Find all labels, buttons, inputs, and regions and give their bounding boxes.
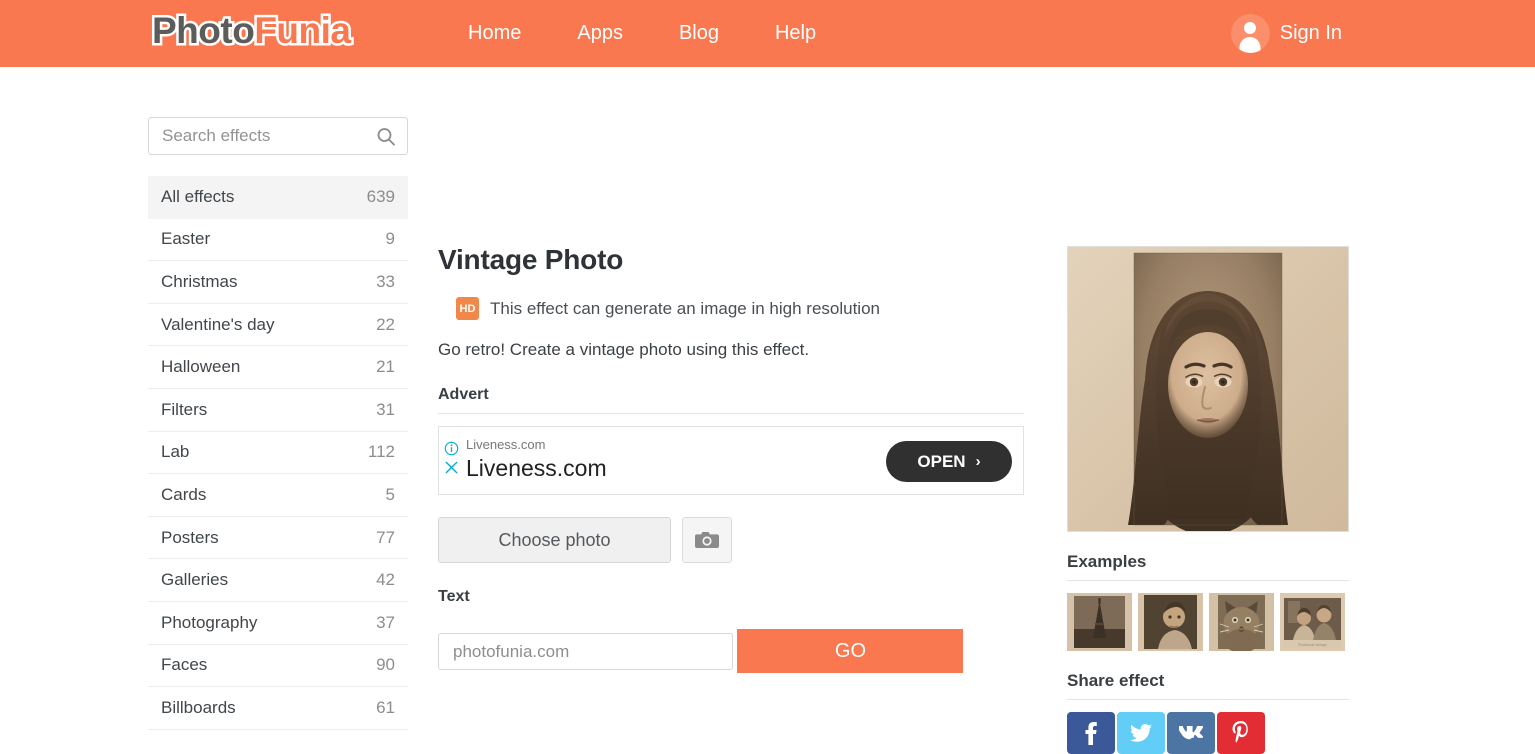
sidebar-item-label: Photography	[161, 612, 258, 632]
advert-text: Liveness.com Liveness.com	[466, 436, 607, 483]
sidebar-item-halloween[interactable]: Halloween 21	[148, 346, 408, 389]
hd-badge: HD	[456, 297, 479, 320]
effect-preview-panel: Examples Photofunia Vintage Share effect	[1067, 246, 1349, 754]
webcam-button[interactable]	[682, 517, 732, 563]
text-field-label: Text	[438, 588, 470, 605]
sidebar-item-count: 61	[376, 697, 395, 717]
sidebar-item-count: 31	[376, 399, 395, 419]
sidebar-item-count: 5	[385, 484, 395, 504]
sidebar-item-count: 33	[376, 271, 395, 291]
sidebar-item-count: 112	[367, 442, 395, 462]
sidebar-item-label: All effects	[161, 187, 235, 207]
nav-item-home[interactable]: Home	[440, 0, 549, 67]
twitter-icon	[1130, 724, 1152, 742]
sidebar-item-label: Cards	[161, 484, 207, 504]
sidebar-item-count: 37	[376, 612, 395, 632]
advert-banner[interactable]: Liveness.com Liveness.com OPEN ›	[438, 426, 1024, 495]
text-input[interactable]	[438, 633, 733, 670]
main-nav: Home Apps Blog Help	[440, 0, 844, 67]
advert-headline: Liveness.com	[466, 455, 607, 481]
advert-open-label: OPEN	[917, 451, 966, 471]
share-button-facebook[interactable]	[1067, 712, 1115, 754]
hd-notice: HD This effect can generate an image in …	[438, 297, 1024, 320]
share-buttons	[1067, 712, 1349, 754]
effects-sidebar: All effects 639 Easter 9 Christmas 33 Valentin…	[148, 117, 408, 730]
camera-icon	[695, 532, 719, 548]
info-circle-icon[interactable]	[444, 441, 459, 456]
sidebar-item-count: 22	[376, 314, 395, 334]
sidebar-item-count: 90	[376, 655, 395, 675]
nav-item-apps[interactable]: Apps	[549, 0, 651, 67]
vk-icon	[1179, 726, 1203, 740]
sign-in-button[interactable]: Sign In	[1230, 0, 1342, 67]
sidebar-item-label: Easter	[161, 229, 211, 249]
sidebar-item-lab[interactable]: Lab 112	[148, 432, 408, 475]
sidebar-item-count: 639	[366, 187, 395, 207]
sidebar-item-label: Halloween	[161, 357, 241, 377]
facebook-icon	[1085, 722, 1097, 745]
share-button-vk[interactable]	[1167, 712, 1215, 754]
sidebar-item-label: Faces	[161, 655, 208, 675]
advert-icons	[444, 441, 459, 475]
sidebar-item-valentine-s-day[interactable]: Valentine's day 22	[148, 304, 408, 347]
photo-input-row: Choose photo	[438, 517, 1024, 563]
sidebar-item-posters[interactable]: Posters 77	[148, 517, 408, 560]
share-button-pinterest[interactable]	[1217, 712, 1265, 754]
effect-description: Go retro! Create a vintage photo using t…	[438, 340, 810, 359]
sidebar-item-all-effects[interactable]: All effects 639	[148, 176, 408, 219]
logo-text-photo: Photo	[149, 8, 257, 54]
chevron-right-icon: ›	[975, 453, 981, 470]
nav-item-help[interactable]: Help	[747, 0, 844, 67]
advert-open-button[interactable]: OPEN ›	[886, 441, 1012, 482]
category-list: All effects 639 Easter 9 Christmas 33 Valentin…	[148, 176, 408, 730]
sidebar-item-count: 77	[376, 527, 395, 547]
sidebar-item-count: 42	[376, 570, 395, 590]
sidebar-item-label: Christmas	[161, 271, 238, 291]
sidebar-item-easter[interactable]: Easter 9	[148, 219, 408, 262]
share-effect-title: Share effect	[1067, 671, 1349, 700]
logo-text-funia: Funia	[252, 8, 354, 54]
examples-title: Examples	[1067, 552, 1349, 581]
sidebar-item-cards[interactable]: Cards 5	[148, 474, 408, 517]
example-thumbnail-couple-vintage[interactable]: Photofunia Vintage	[1280, 593, 1345, 651]
search-box[interactable]	[148, 117, 408, 155]
share-button-twitter[interactable]	[1117, 712, 1165, 754]
example-thumbnail-cat-vintage[interactable]	[1209, 593, 1274, 651]
sidebar-item-faces[interactable]: Faces 90	[148, 645, 408, 688]
avatar-icon	[1230, 14, 1270, 53]
sidebar-item-count: 9	[385, 229, 395, 249]
search-input[interactable]	[149, 118, 407, 154]
go-button[interactable]: GO	[737, 629, 964, 673]
sidebar-item-label: Filters	[161, 399, 208, 419]
sidebar-item-label: Posters	[161, 527, 219, 547]
sidebar-item-christmas[interactable]: Christmas 33	[148, 261, 408, 304]
nav-item-blog[interactable]: Blog	[651, 0, 747, 67]
sidebar-item-photography[interactable]: Photography 37	[148, 602, 408, 645]
examples-list: Photofunia Vintage	[1067, 593, 1349, 651]
choose-photo-button[interactable]: Choose photo	[438, 517, 671, 563]
page-title: Vintage Photo	[438, 244, 624, 275]
sidebar-item-billboards[interactable]: Billboards 61	[148, 687, 408, 730]
pinterest-icon	[1232, 721, 1248, 743]
sidebar-item-label: Valentine's day	[161, 314, 275, 334]
advert-advertiser: Liveness.com	[466, 437, 546, 452]
effect-detail: Vintage Photo HD This effect can generat…	[438, 244, 1024, 673]
example-thumbnail-man-portrait-vintage[interactable]	[1138, 593, 1203, 651]
sidebar-item-filters[interactable]: Filters 31	[148, 389, 408, 432]
sidebar-item-count: 21	[376, 357, 395, 377]
sidebar-item-label: Lab	[161, 442, 190, 462]
sidebar-item-label: Galleries	[161, 570, 229, 590]
sign-in-label: Sign In	[1279, 22, 1342, 44]
preview-image[interactable]	[1067, 246, 1349, 532]
advert-label: Advert	[438, 386, 1024, 414]
site-logo[interactable]: PhotoFunia	[149, 6, 354, 56]
sidebar-item-label: Billboards	[161, 697, 236, 717]
sidebar-item-galleries[interactable]: Galleries 42	[148, 559, 408, 602]
hd-notice-text: This effect can generate an image in hig…	[490, 298, 880, 318]
site-header: PhotoFunia Home Apps Blog Help Sign In	[0, 0, 1535, 67]
close-icon[interactable]	[444, 460, 459, 475]
example-thumbnail-eiffel-tower-vintage[interactable]	[1067, 593, 1132, 651]
